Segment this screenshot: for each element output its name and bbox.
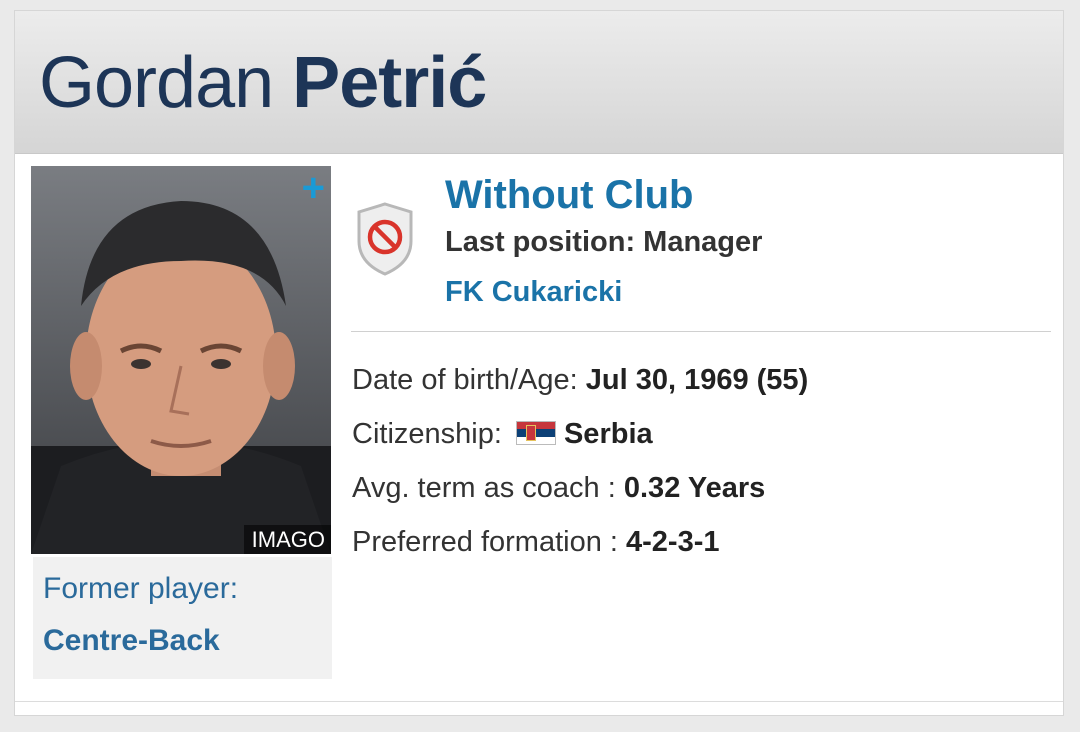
last-position: Last position: Manager	[445, 226, 763, 258]
citizenship-value: Serbia	[563, 418, 653, 450]
former-player-label: Former player:	[43, 572, 239, 605]
prohibited-shield-icon	[357, 202, 413, 276]
player-facts: Date of birth/Age: Jul 30, 1969 (55) Cit…	[352, 361, 1052, 577]
profile-header: Gordan Petrić	[15, 11, 1063, 154]
former-player-position[interactable]: Centre-Back	[43, 623, 322, 659]
fact-avg-term: Avg. term as coach : 0.32 Years	[352, 469, 1052, 523]
formation-value: 4-2-3-1	[626, 526, 720, 558]
avg-term-label: Avg. term as coach :	[352, 472, 616, 504]
fact-date-of-birth: Date of birth/Age: Jul 30, 1969 (55)	[352, 361, 1052, 415]
dob-value: Jul 30, 1969 (55)	[585, 364, 809, 396]
player-name: Gordan Petrić	[39, 39, 487, 127]
plus-icon[interactable]: +	[302, 168, 325, 208]
divider	[351, 331, 1051, 332]
citizenship-label: Citizenship:	[352, 418, 502, 450]
profile-photo[interactable]: + IMAGO	[31, 166, 331, 554]
last-club-link[interactable]: FK Cukaricki	[445, 273, 622, 311]
fact-citizenship: Citizenship: Serbia	[352, 415, 1052, 469]
serbia-flag-icon	[515, 421, 556, 445]
last-name: Petrić	[292, 43, 487, 123]
bottom-divider	[15, 701, 1063, 702]
fact-preferred-formation: Preferred formation : 4-2-3-1	[352, 523, 1052, 577]
dob-label: Date of birth/Age:	[352, 364, 578, 396]
photo-credit: IMAGO	[243, 525, 331, 554]
portrait-image	[31, 166, 331, 554]
avg-term-value: 0.32 Years	[623, 472, 766, 504]
former-player-box: Former player: Centre-Back	[33, 557, 332, 679]
club-status-title[interactable]: Without Club	[445, 167, 693, 223]
formation-label: Preferred formation :	[352, 526, 618, 558]
profile-card: Gordan Petrić + IMAGO Former player: Cen…	[14, 10, 1064, 716]
first-name: Gordan	[39, 43, 274, 123]
